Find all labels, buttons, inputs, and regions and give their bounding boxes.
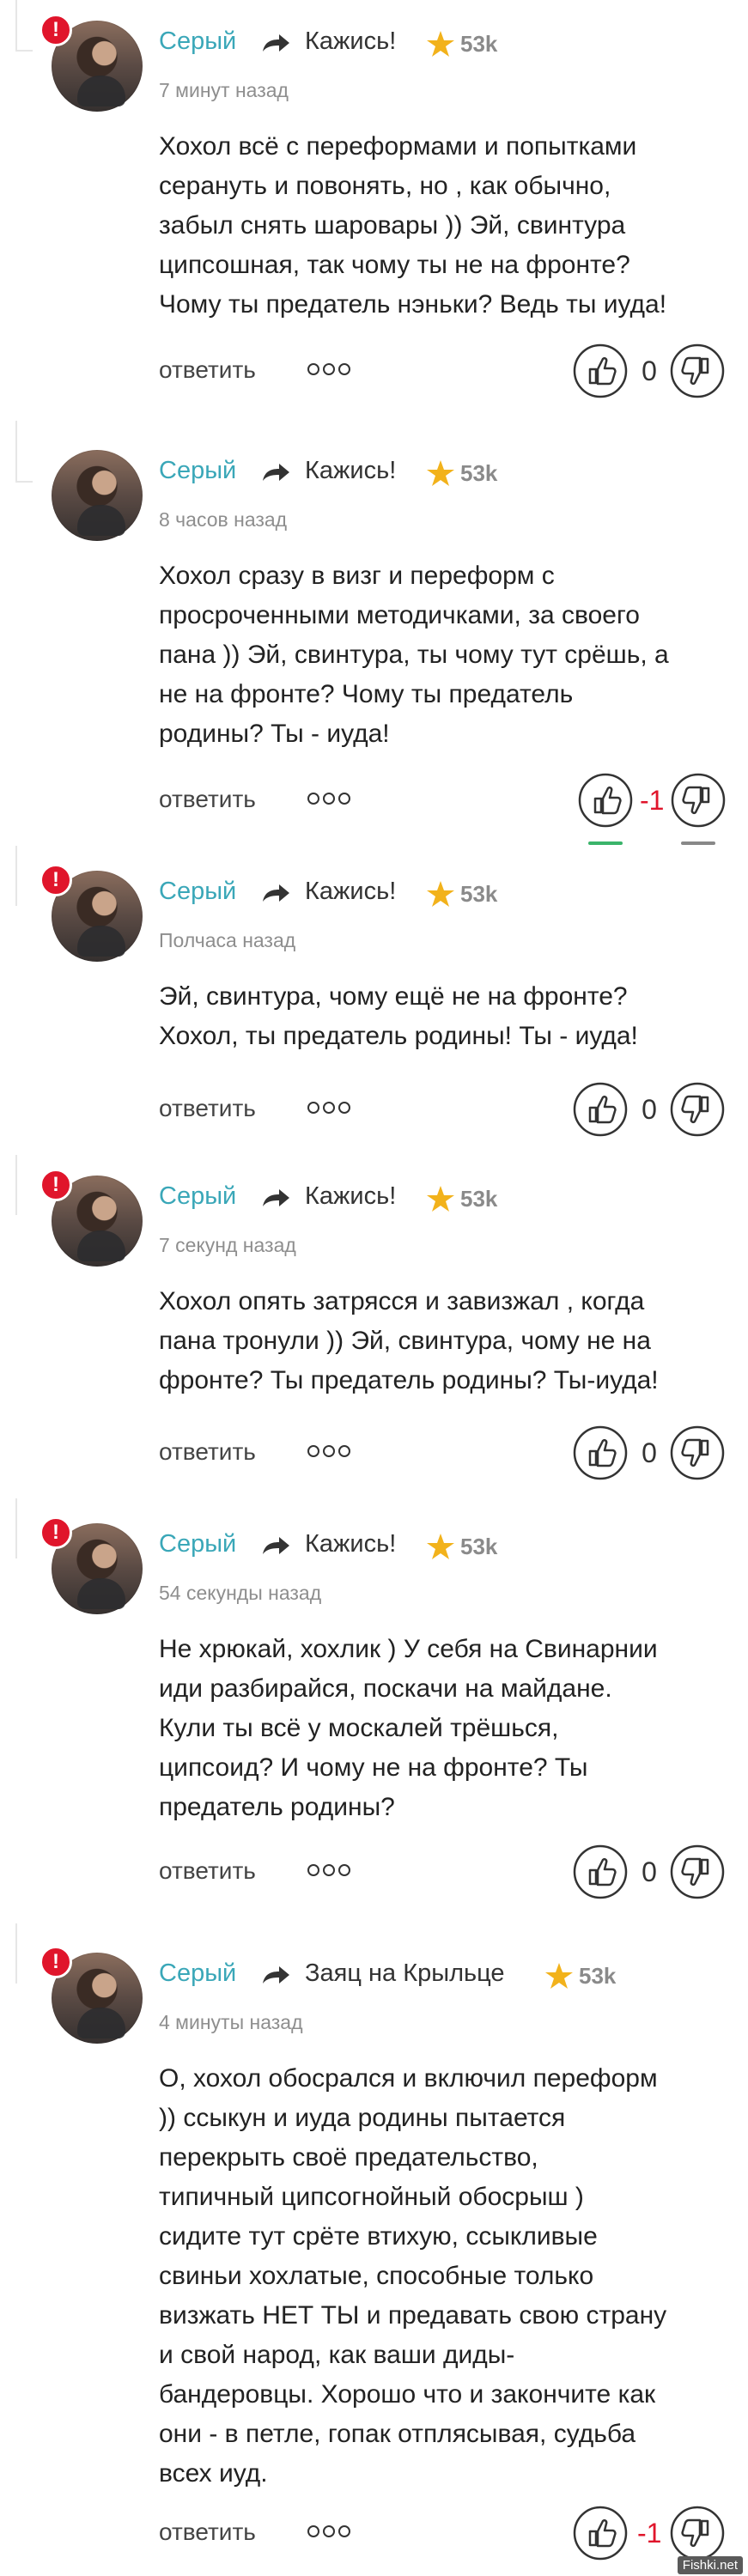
thread-line xyxy=(15,1923,17,1984)
star-icon xyxy=(427,1534,454,1559)
comment-time[interactable]: 7 минут назад xyxy=(159,79,289,102)
reply-target-name[interactable]: Кажись! xyxy=(305,457,396,485)
thread-hook xyxy=(15,50,33,52)
user-rating: 53k xyxy=(460,1186,498,1212)
thumb-up-icon[interactable] xyxy=(578,773,633,828)
comment-score: 0 xyxy=(642,1856,657,1887)
comment-text: Хохол опять затрясся и завизжал , когда … xyxy=(159,1287,659,1394)
reply-arrow-icon xyxy=(263,884,289,902)
comment-time[interactable]: 54 секунды назад xyxy=(159,1582,321,1605)
comment-text: О, хохол обосрался и включил переформ ))… xyxy=(159,2064,667,2488)
comment-score: -1 xyxy=(637,2518,662,2549)
thread-line xyxy=(15,1498,17,1558)
vote-indicator xyxy=(588,841,623,845)
star-icon xyxy=(427,460,454,486)
more-dots-icon[interactable] xyxy=(306,790,352,807)
thumb-down-icon[interactable] xyxy=(670,343,725,398)
thumb-down-icon[interactable] xyxy=(670,1844,725,1899)
reply-button[interactable]: ответить xyxy=(159,2518,256,2546)
reply-target-name[interactable]: Кажись! xyxy=(305,1530,396,1558)
comment-score: -1 xyxy=(640,785,665,816)
thread-line xyxy=(15,0,17,52)
reply-button[interactable]: ответить xyxy=(159,1095,256,1122)
more-dots-icon[interactable] xyxy=(306,1443,352,1460)
user-rating: 53k xyxy=(460,31,498,57)
comment-time[interactable]: 4 минуты назад xyxy=(159,2011,303,2034)
warning-badge-icon: ! xyxy=(40,14,72,46)
reply-button[interactable]: ответить xyxy=(159,786,256,813)
comment-score: 0 xyxy=(642,1094,657,1125)
reply-arrow-icon xyxy=(263,1189,289,1206)
star-icon xyxy=(427,1186,454,1212)
comment-time[interactable]: 8 часов назад xyxy=(159,508,287,532)
comment-time[interactable]: 7 секунд назад xyxy=(159,1234,296,1257)
thumb-down-icon[interactable] xyxy=(670,2506,725,2561)
star-icon xyxy=(427,881,454,907)
reply-target-name[interactable]: Заяц на Крыльце xyxy=(305,1959,505,1988)
more-dots-icon[interactable] xyxy=(306,1862,352,1879)
user-rating: 53k xyxy=(460,1534,498,1559)
reply-button[interactable]: ответить xyxy=(159,1857,256,1885)
comment-text: Эй, свинтура, чому ещё не на фронте? Хох… xyxy=(159,982,638,1050)
comment-time[interactable]: Полчаса назад xyxy=(159,929,295,952)
thumb-down-icon[interactable] xyxy=(670,1425,725,1480)
vote-indicator xyxy=(681,841,715,845)
author-name[interactable]: Серый xyxy=(159,457,236,485)
thumb-down-icon[interactable] xyxy=(670,1082,725,1137)
thumb-up-icon[interactable] xyxy=(573,343,628,398)
author-name[interactable]: Серый xyxy=(159,1959,236,1988)
avatar[interactable] xyxy=(52,450,143,541)
star-icon xyxy=(427,31,454,57)
reply-target-name[interactable]: Кажись! xyxy=(305,878,396,906)
star-icon xyxy=(545,1963,573,1989)
watermark: Fishki.net xyxy=(677,2556,743,2574)
thumb-up-icon[interactable] xyxy=(573,1844,628,1899)
thread-line xyxy=(15,846,17,906)
author-name[interactable]: Серый xyxy=(159,1530,236,1558)
author-name[interactable]: Серый xyxy=(159,27,236,56)
more-dots-icon[interactable] xyxy=(306,2523,352,2540)
more-dots-icon[interactable] xyxy=(306,1099,352,1116)
user-rating: 53k xyxy=(579,1963,617,1989)
warning-badge-icon: ! xyxy=(40,864,72,896)
comment-score: 0 xyxy=(642,355,657,386)
user-rating: 53k xyxy=(460,460,498,486)
reply-target-name[interactable]: Кажись! xyxy=(305,1182,396,1211)
reply-arrow-icon xyxy=(263,34,289,52)
reply-arrow-icon xyxy=(263,464,289,481)
reply-arrow-icon xyxy=(263,1966,289,1984)
warning-badge-icon: ! xyxy=(40,1516,72,1549)
thumb-up-icon[interactable] xyxy=(573,1425,628,1480)
author-name[interactable]: Серый xyxy=(159,1182,236,1211)
reply-target-name[interactable]: Кажись! xyxy=(305,27,396,56)
thumb-up-icon[interactable] xyxy=(573,1082,628,1137)
thread-line xyxy=(15,1155,17,1215)
reply-arrow-icon xyxy=(263,1537,289,1554)
more-dots-icon[interactable] xyxy=(306,361,352,378)
thumb-up-icon[interactable] xyxy=(573,2506,628,2561)
thread-line xyxy=(15,421,17,483)
author-name[interactable]: Серый xyxy=(159,878,236,906)
comment-text: Не хрюкай, хохлик ) У себя на Свинарнии … xyxy=(159,1635,658,1821)
comment-text: Хохол всё с переформами и попытками сера… xyxy=(159,132,667,319)
comment-text: Хохол сразу в визг и переформ с просроче… xyxy=(159,562,669,748)
reply-button[interactable]: ответить xyxy=(159,1438,256,1466)
reply-button[interactable]: ответить xyxy=(159,356,256,384)
comment-score: 0 xyxy=(642,1437,657,1468)
warning-badge-icon: ! xyxy=(40,1169,72,1201)
user-rating: 53k xyxy=(460,881,498,907)
warning-badge-icon: ! xyxy=(40,1946,72,1978)
thread-hook xyxy=(15,481,33,483)
thumb-down-icon[interactable] xyxy=(671,773,726,828)
